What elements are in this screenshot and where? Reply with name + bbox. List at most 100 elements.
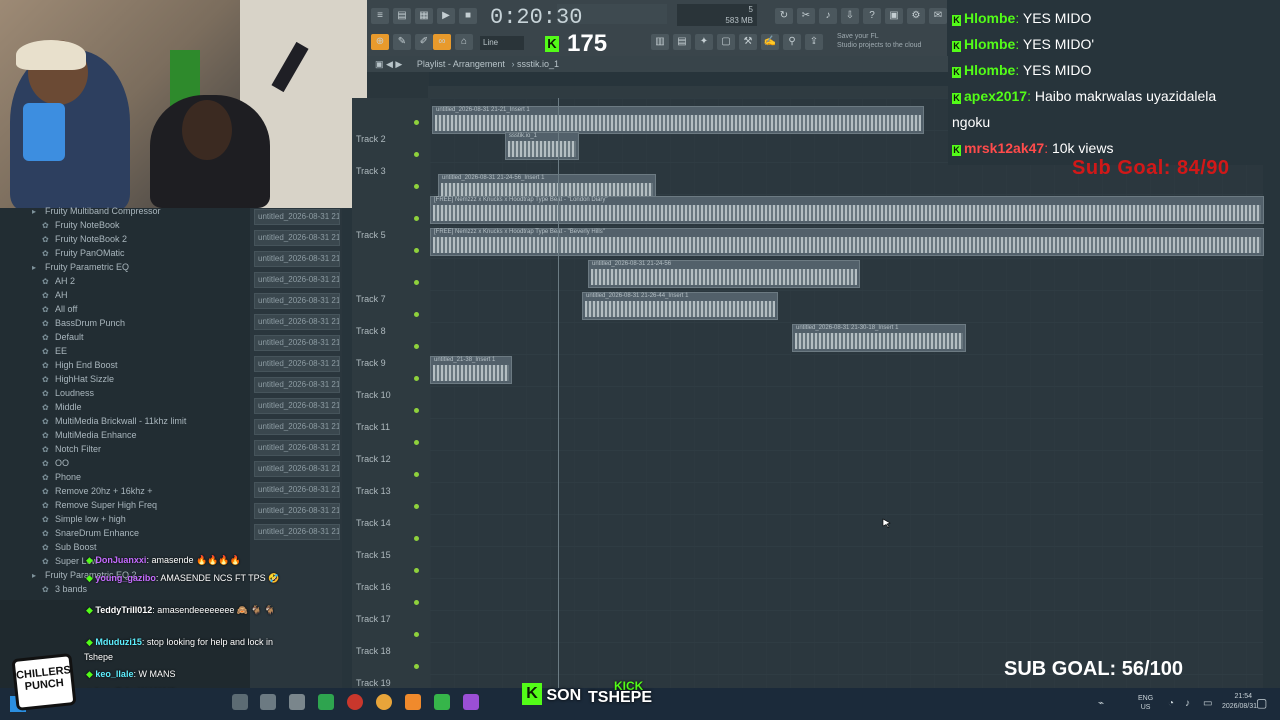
recent-file[interactable]: untitled_2026-08-31 21-21 (254, 461, 340, 477)
track-led-icon[interactable] (414, 440, 419, 445)
browser-item[interactable]: ✿ AH (0, 288, 250, 302)
chat-username[interactable]: TeddyTrill012 (95, 605, 152, 615)
browser-item[interactable]: ✿ Simple low + high (0, 512, 250, 526)
browser-item[interactable]: ✿ Fruity NoteBook (0, 218, 250, 232)
wifi-icon[interactable]: ◔ (1168, 698, 1174, 709)
song-mode-icon[interactable]: ▦ (415, 8, 433, 24)
track-header[interactable]: Track 9 (356, 358, 426, 368)
recent-file[interactable]: untitled_2026-08-31 21-21 (254, 377, 340, 393)
audio-clip[interactable]: untitled_21-38_Insert 1 (430, 356, 512, 384)
browser-item[interactable]: ✿ Middle (0, 400, 250, 414)
browser-item[interactable]: ✿ Remove 20hz + 16khz + (0, 484, 250, 498)
track-led-icon[interactable] (414, 184, 419, 189)
audio-clip[interactable]: untitled_2026-08-31 21-30-18_Insert 1 (792, 324, 966, 352)
export-icon[interactable]: ⇪ (805, 34, 823, 50)
tools-icon[interactable]: ⚒ (739, 34, 757, 50)
track-header[interactable]: Track 12 (356, 454, 426, 464)
audio-clip[interactable]: untitled_2026-08-31 21-26-44_Insert 1 (582, 292, 778, 320)
taskbar-green-app-icon[interactable] (318, 694, 334, 710)
taskbar-app-icon[interactable] (289, 694, 305, 710)
chat-username[interactable]: apex2017 (964, 88, 1027, 104)
track-led-icon[interactable] (414, 344, 419, 349)
stamp-icon[interactable]: ⌂ (455, 34, 473, 50)
track-led-icon[interactable] (414, 536, 419, 541)
channel-rack-icon[interactable]: ▥ (651, 34, 669, 50)
taskbar-fl-studio-icon[interactable] (405, 694, 421, 710)
browser-item[interactable]: ✿ Notch Filter (0, 442, 250, 456)
track-led-icon[interactable] (414, 120, 419, 125)
browser-item[interactable]: ▸ Fruity Parametric EQ (0, 260, 250, 274)
plugin-icon[interactable]: ✦ (695, 34, 713, 50)
chat-username[interactable]: DonJuanxxi (95, 555, 146, 565)
recent-file[interactable]: untitled_2026-08-31 21-21 (254, 209, 340, 225)
browser-item[interactable]: ✿ OO (0, 456, 250, 470)
browser-item[interactable]: ✿ Loudness (0, 386, 250, 400)
browser-item[interactable]: ✿ Fruity PanOMatic (0, 246, 250, 260)
browser-item[interactable]: ✿ High End Boost (0, 358, 250, 372)
chat-username[interactable]: Hlombe (964, 10, 1015, 26)
notification-icon[interactable]: ▢ (1256, 696, 1267, 710)
audio-clip[interactable]: untitled_2026-08-31 21-24-56 (588, 260, 860, 288)
track-led-icon[interactable] (414, 216, 419, 221)
browser-item[interactable]: ✿ Fruity NoteBook 2 (0, 232, 250, 246)
snap-icon[interactable]: ⊕ (371, 34, 389, 50)
browser-item[interactable]: ✿ AH 2 (0, 274, 250, 288)
recent-file[interactable]: untitled_2026-08-31 21-21 (254, 335, 340, 351)
playhead[interactable] (558, 98, 559, 688)
download-icon[interactable]: ⇩ (841, 8, 859, 24)
audio-clip[interactable]: untitled_2026-08-31 21-21_Insert 1 (432, 106, 924, 134)
snap-mode-select[interactable]: Line (480, 36, 524, 50)
link-icon[interactable]: ∞ (433, 34, 451, 50)
browser-icon[interactable]: ▢ (717, 34, 735, 50)
recent-file[interactable]: untitled_2026-08-31 21-21 (254, 503, 340, 519)
browser-item[interactable]: ✿ Remove Super High Freq (0, 498, 250, 512)
network-icon[interactable]: ⌁ (1098, 698, 1106, 709)
audio-clip[interactable]: [FREE] Nemzzz x Knucks x Hoodtrap Type B… (430, 196, 1264, 224)
audio-clip[interactable]: ssstik.io_1 (505, 132, 579, 160)
track-header[interactable]: Track 5 (356, 230, 426, 240)
track-led-icon[interactable] (414, 248, 419, 253)
chat-username[interactable]: young_gazibo (95, 573, 156, 583)
browser-item[interactable]: ✿ MultiMedia Enhance (0, 428, 250, 442)
mic-icon[interactable]: ♪ (819, 8, 837, 24)
track-led-icon[interactable] (414, 472, 419, 477)
track-led-icon[interactable] (414, 152, 419, 157)
pattern-icon[interactable]: ▤ (393, 8, 411, 24)
track-header[interactable]: Track 17 (356, 614, 426, 624)
chat-icon[interactable]: ✉ (929, 8, 947, 24)
recent-file[interactable]: untitled_2026-08-31 21-21 (254, 419, 340, 435)
clock[interactable]: 21:54 2026/08/31 (1222, 692, 1257, 712)
save-icon[interactable]: ▣ (885, 8, 903, 24)
browser-item[interactable]: ✿ Default (0, 330, 250, 344)
recent-file[interactable]: untitled_2026-08-31 21-21 (254, 293, 340, 309)
track-led-icon[interactable] (414, 600, 419, 605)
track-header[interactable]: Track 10 (356, 390, 426, 400)
brush-icon[interactable]: ✍ (761, 34, 779, 50)
paint-icon[interactable]: ✐ (415, 34, 433, 50)
track-header[interactable]: Track 3 (356, 166, 426, 176)
browser-item[interactable]: ✿ BassDrum Punch (0, 316, 250, 330)
track-led-icon[interactable] (414, 312, 419, 317)
track-led-icon[interactable] (414, 632, 419, 637)
wrench-icon[interactable]: ⚲ (783, 34, 801, 50)
recent-file[interactable]: untitled_2026-08-31 21-21 (254, 482, 340, 498)
piano-roll-icon[interactable]: ▤ (673, 34, 691, 50)
playlist-grid[interactable]: untitled_2026-08-31 21-21_Insert 1 ssstik… (430, 98, 1264, 688)
track-led-icon[interactable] (414, 280, 419, 285)
track-header[interactable]: Track 7 (356, 294, 426, 304)
track-led-icon[interactable] (414, 568, 419, 573)
track-header[interactable]: Track 11 (356, 422, 426, 432)
track-header[interactable]: Track 14 (356, 518, 426, 528)
track-header[interactable]: Track 8 (356, 326, 426, 336)
stop-icon[interactable]: ■ (459, 8, 477, 24)
playlist-menu-icon[interactable]: ▣ ◀ ▶ (375, 59, 402, 69)
taskbar-docs-icon[interactable] (260, 694, 276, 710)
track-led-icon[interactable] (414, 664, 419, 669)
scissors-icon[interactable]: ✂ (797, 8, 815, 24)
track-header[interactable]: Track 16 (356, 582, 426, 592)
track-header[interactable]: Track 19 (356, 678, 426, 688)
recent-file[interactable]: untitled_2026-08-31 21-21 (254, 356, 340, 372)
browser-item[interactable]: ✿ Phone (0, 470, 250, 484)
language-indicator[interactable]: ENG US (1138, 694, 1153, 712)
chat-username[interactable]: Mduduzi15 (95, 637, 142, 647)
